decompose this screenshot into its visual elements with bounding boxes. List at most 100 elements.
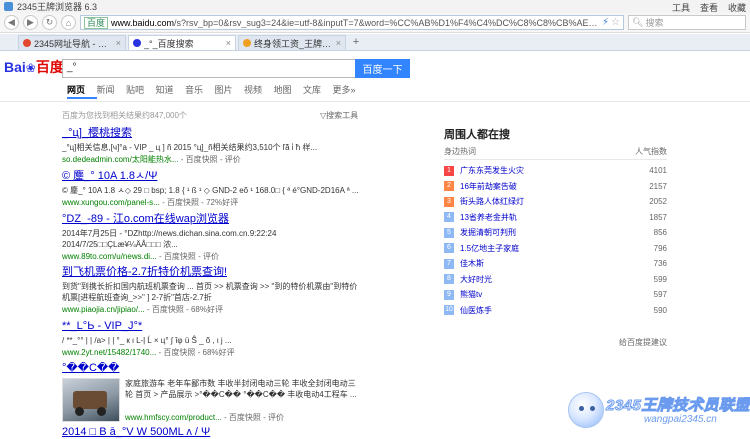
tab-baidu-search[interactable]: _°_百度搜索 ×	[128, 35, 236, 50]
nav-map[interactable]: 地图	[274, 83, 304, 101]
hot-item[interactable]: 6 1.5亿地主子家庭 796	[444, 241, 667, 257]
hot-item-link[interactable]: 发掘清朝可判刑	[460, 227, 627, 238]
hot-item[interactable]: 10 仙医炼手 590	[444, 303, 667, 319]
hot-item[interactable]: 5 发掘清朝可判刑 856	[444, 225, 667, 241]
close-icon[interactable]: ×	[116, 38, 121, 48]
hot-item-link[interactable]: 1.5亿地主子家庭	[460, 243, 627, 254]
rating-link[interactable]: 评价	[268, 413, 284, 422]
result-url[interactable]: www.hmfscy.com/product...	[125, 413, 222, 422]
forward-arrow-icon[interactable]: ▶	[23, 15, 38, 30]
snapshot-link[interactable]: 百度快照	[163, 348, 195, 357]
nav-music[interactable]: 音乐	[185, 83, 215, 101]
tab-favicon-icon	[243, 39, 251, 47]
lightning-icon[interactable]: ⚡	[602, 17, 609, 28]
rank-badge: 3	[444, 196, 454, 207]
snapshot-link[interactable]: 百度快照	[152, 305, 184, 314]
hot-item[interactable]: 7 佳木斯 736	[444, 256, 667, 272]
result-thumbnail[interactable]	[62, 378, 120, 422]
nav-images[interactable]: 图片	[215, 83, 245, 101]
snapshot-link[interactable]: 百度快照	[229, 413, 261, 422]
nav-web[interactable]: 网页	[67, 83, 97, 99]
nav-video[interactable]: 视频	[244, 83, 274, 101]
result-url[interactable]: www.xungou.com/panel-s...	[62, 198, 160, 207]
nav-news[interactable]: 新闻	[97, 83, 127, 101]
result-title-link[interactable]: 2014 □ B ā_°V W 500ML ʌ / Ψ	[62, 426, 362, 439]
hot-item-link[interactable]: 大好时光	[460, 274, 627, 285]
baidu-search-button[interactable]: 百度一下	[355, 59, 410, 78]
search-category-nav: 网页 新闻 贴吧 知道 音乐 图片 视频 地图 文库 更多»	[0, 83, 750, 101]
hot-item-link[interactable]: 仙医炼手	[460, 305, 627, 316]
snapshot-link[interactable]: 百度快照	[164, 252, 196, 261]
hot-item-link[interactable]: 熊猫tv	[460, 289, 627, 300]
close-icon[interactable]: ×	[336, 38, 341, 48]
result-title-link[interactable]: °��C��	[62, 362, 362, 375]
close-icon[interactable]: ×	[226, 38, 231, 48]
search-result: © 鏖_° 10A 1.8ㅅ/Ψ © 鏖_° 10A 1.8 ㅅ◇ 29 □ b…	[62, 170, 362, 208]
paw-icon: ❀	[25, 61, 36, 75]
hot-item-link[interactable]: 16年前劫案告破	[460, 181, 627, 192]
wheel-shape	[75, 407, 84, 416]
result-abstract: / **_°° | | /a> | | °_ к ι L-ļ Ĺ × ц° ∫ …	[62, 336, 232, 345]
rank-badge: 8	[444, 274, 454, 285]
feedback-link[interactable]: 给百度提建议	[444, 337, 667, 348]
result-url[interactable]: www.2yt.net/15482/1740...	[62, 348, 156, 357]
snapshot-link[interactable]: 百度快照	[167, 198, 199, 207]
browser-search-input[interactable]: 🔍︎ 搜索	[628, 15, 746, 30]
result-title-link[interactable]: 到飞机票价格-2.7折特价机票查询!	[62, 266, 362, 279]
search-tools-button[interactable]: ▽搜索工具	[320, 110, 358, 121]
result-url[interactable]: www.89to.com/u/news.di...	[62, 252, 157, 261]
home-icon[interactable]: ⌂	[61, 15, 76, 30]
new-tab-plus-icon[interactable]: +	[348, 35, 364, 50]
site-badge: 百度	[84, 16, 109, 29]
search-result: °DZ_-89 - 江o.com在线wap浏览器 2014年7月25日 - °D…	[62, 213, 362, 262]
hot-item-count: 4101	[649, 166, 667, 176]
tab-2345-nav[interactable]: 2345网址导航 - 开创中国百年品牌 ×	[18, 35, 126, 50]
star-icon[interactable]: ☆	[611, 17, 620, 28]
result-abstract: _°ц]相关信息,[ч]°a - VIP _ ц ] ñ 2015 °ц]_ñ相…	[62, 143, 318, 152]
rating-link[interactable]: 72%好评	[206, 198, 238, 207]
rating-link[interactable]: 评价	[225, 155, 241, 164]
hot-item[interactable]: 3 街头路人体红绿灯 2052	[444, 194, 667, 210]
tab-favicon-icon	[133, 39, 141, 47]
hot-item[interactable]: 1 广东东莞发生火灾 4101	[444, 163, 667, 179]
result-title-link[interactable]: © 鏖_° 10A 1.8ㅅ/Ψ	[62, 170, 362, 183]
result-title-link[interactable]: **_L°Ь - VIP_J°*	[62, 320, 362, 333]
hot-item-count: 597	[653, 290, 667, 300]
hot-item-link[interactable]: 13省养老金并轨	[460, 212, 627, 223]
hot-item[interactable]: 2 16年前劫案告破 2157	[444, 179, 667, 195]
result-meta: so.dedeadmin.com/太阳能热水... - 百度快照 - 评价	[62, 155, 241, 164]
result-url[interactable]: www.piaojia.cn/jipiao/...	[62, 305, 145, 314]
rating-link[interactable]: 68%好评	[203, 348, 235, 357]
rank-badge: 1	[444, 165, 454, 176]
result-meta: www.xungou.com/panel-s... - 百度快照 - 72%好评	[62, 198, 239, 207]
baidu-logo[interactable]: Bai❀百度	[4, 58, 64, 77]
hot-item[interactable]: 8 大好时光 599	[444, 272, 667, 288]
rating-link[interactable]: 68%好评	[191, 305, 223, 314]
rating-link[interactable]: 评价	[203, 252, 219, 261]
nav-more[interactable]: 更多»	[333, 83, 363, 101]
hot-item[interactable]: 4 13省养老金并轨 1857	[444, 210, 667, 226]
snapshot-link[interactable]: 百度快照	[186, 155, 218, 164]
hot-panel-title: 周围人都在搜	[444, 129, 510, 141]
result-title-link[interactable]: _°ц]_樱桃搜索	[62, 127, 362, 140]
nav-wenku[interactable]: 文库	[303, 83, 333, 101]
tab-wangpai-union[interactable]: 终身领工资_王牌技术员联盟 ×	[238, 35, 346, 50]
nav-tieba[interactable]: 贴吧	[126, 83, 156, 101]
tab-label: 终身领工资_王牌技术员联盟	[254, 38, 333, 49]
tab-strip: 2345网址导航 - 开创中国百年品牌 × _°_百度搜索 × 终身领工资_王牌…	[0, 34, 750, 51]
reload-icon[interactable]: ↻	[42, 15, 57, 30]
wheel-shape	[97, 407, 106, 416]
hot-item[interactable]: 9 熊猫tv 597	[444, 287, 667, 303]
back-arrow-icon[interactable]: ◀	[4, 15, 19, 30]
hot-item-link[interactable]: 佳木斯	[460, 258, 627, 269]
nav-zhidao[interactable]: 知道	[156, 83, 186, 101]
result-title-link[interactable]: °DZ_-89 - 江o.com在线wap浏览器	[62, 213, 362, 226]
search-icon: 🔍︎	[632, 17, 644, 27]
hot-item-count: 590	[653, 305, 667, 315]
hot-item-link[interactable]: 广东东莞发生火灾	[460, 165, 627, 176]
result-url[interactable]: so.dedeadmin.com/太阳能热水...	[62, 155, 178, 164]
watermark-brand: 2345王牌技术员联盟	[606, 397, 750, 415]
hot-item-link[interactable]: 街头路人体红绿灯	[460, 196, 627, 207]
search-query-input[interactable]: _°	[62, 59, 355, 78]
url-field[interactable]: 百度 www.baidu.com/s?rsv_bp=0&rsv_sug3=24&…	[80, 15, 624, 30]
